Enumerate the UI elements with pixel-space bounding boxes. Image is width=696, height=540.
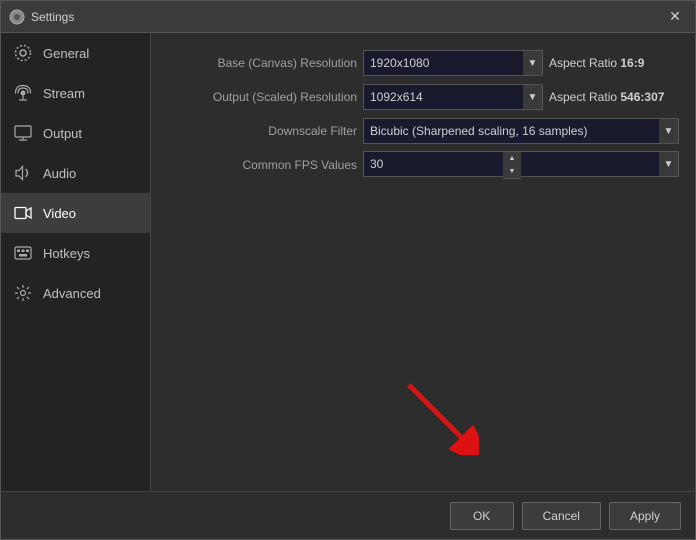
- output-resolution-input-wrap: ▼: [363, 84, 543, 110]
- window-body: General Stream: [1, 33, 695, 491]
- sidebar-label-output: Output: [43, 126, 82, 141]
- base-resolution-input-wrap: ▼: [363, 50, 543, 76]
- general-icon: [13, 43, 33, 63]
- fps-dropdown-wrap: ▼: [521, 151, 679, 179]
- downscale-select-wrap: Bicubic (Sharpened scaling, 16 samples) …: [363, 118, 679, 144]
- output-resolution-input[interactable]: [363, 84, 543, 110]
- sidebar-label-general: General: [43, 46, 89, 61]
- fps-row: Common FPS Values ▲ ▼: [167, 151, 679, 179]
- fps-label: Common FPS Values: [167, 158, 357, 172]
- advanced-icon: [13, 283, 33, 303]
- sidebar-item-general[interactable]: General: [1, 33, 150, 73]
- hotkeys-icon: [13, 243, 33, 263]
- sidebar-label-audio: Audio: [43, 166, 76, 181]
- downscale-filter-row: Downscale Filter Bicubic (Sharpened scal…: [167, 117, 679, 145]
- output-icon: [13, 123, 33, 143]
- sidebar-item-stream[interactable]: Stream: [1, 73, 150, 113]
- sidebar-item-advanced[interactable]: Advanced: [1, 273, 150, 313]
- audio-icon: [13, 163, 33, 183]
- fps-input[interactable]: [363, 151, 503, 177]
- fps-decrement-btn[interactable]: ▼: [503, 165, 521, 178]
- sidebar-label-hotkeys: Hotkeys: [43, 246, 90, 261]
- sidebar-item-hotkeys[interactable]: Hotkeys: [1, 233, 150, 273]
- app-icon: [9, 9, 25, 25]
- sidebar: General Stream: [1, 33, 151, 491]
- sidebar-label-stream: Stream: [43, 86, 85, 101]
- sidebar-item-video[interactable]: Video: [1, 193, 150, 233]
- close-button[interactable]: ✕: [663, 5, 687, 29]
- window-title: Settings: [31, 10, 663, 24]
- footer: OK Cancel Apply: [1, 491, 695, 539]
- sidebar-label-video: Video: [43, 206, 76, 221]
- sidebar-label-advanced: Advanced: [43, 286, 101, 301]
- arrow-area: [167, 179, 679, 475]
- output-resolution-label: Output (Scaled) Resolution: [167, 90, 357, 104]
- sidebar-item-output[interactable]: Output: [1, 113, 150, 153]
- output-aspect-ratio: Aspect Ratio 546:307: [549, 90, 679, 104]
- sidebar-item-audio[interactable]: Audio: [1, 153, 150, 193]
- fps-spinner-buttons: ▲ ▼: [503, 151, 521, 179]
- stream-icon: [13, 83, 33, 103]
- apply-button[interactable]: Apply: [609, 502, 681, 530]
- main-content: Base (Canvas) Resolution ▼ Aspect Ratio …: [151, 33, 695, 491]
- video-icon: [13, 203, 33, 223]
- base-aspect-ratio: Aspect Ratio 16:9: [549, 56, 679, 70]
- fps-increment-btn[interactable]: ▲: [503, 152, 521, 165]
- base-resolution-row: Base (Canvas) Resolution ▼ Aspect Ratio …: [167, 49, 679, 77]
- downscale-label: Downscale Filter: [167, 124, 357, 138]
- fps-select[interactable]: [521, 151, 679, 177]
- cancel-button[interactable]: Cancel: [522, 502, 601, 530]
- base-resolution-label: Base (Canvas) Resolution: [167, 56, 357, 70]
- downscale-select[interactable]: Bicubic (Sharpened scaling, 16 samples): [363, 118, 679, 144]
- fps-input-group: ▲ ▼ ▼: [363, 151, 679, 179]
- ok-button[interactable]: OK: [450, 502, 514, 530]
- settings-window: Settings ✕ General: [0, 0, 696, 540]
- title-bar: Settings ✕: [1, 1, 695, 33]
- base-resolution-input[interactable]: [363, 50, 543, 76]
- video-settings-form: Base (Canvas) Resolution ▼ Aspect Ratio …: [167, 49, 679, 179]
- red-arrow: [399, 375, 479, 455]
- output-resolution-row: Output (Scaled) Resolution ▼ Aspect Rati…: [167, 83, 679, 111]
- fps-spinner-wrap: ▲ ▼: [363, 151, 521, 179]
